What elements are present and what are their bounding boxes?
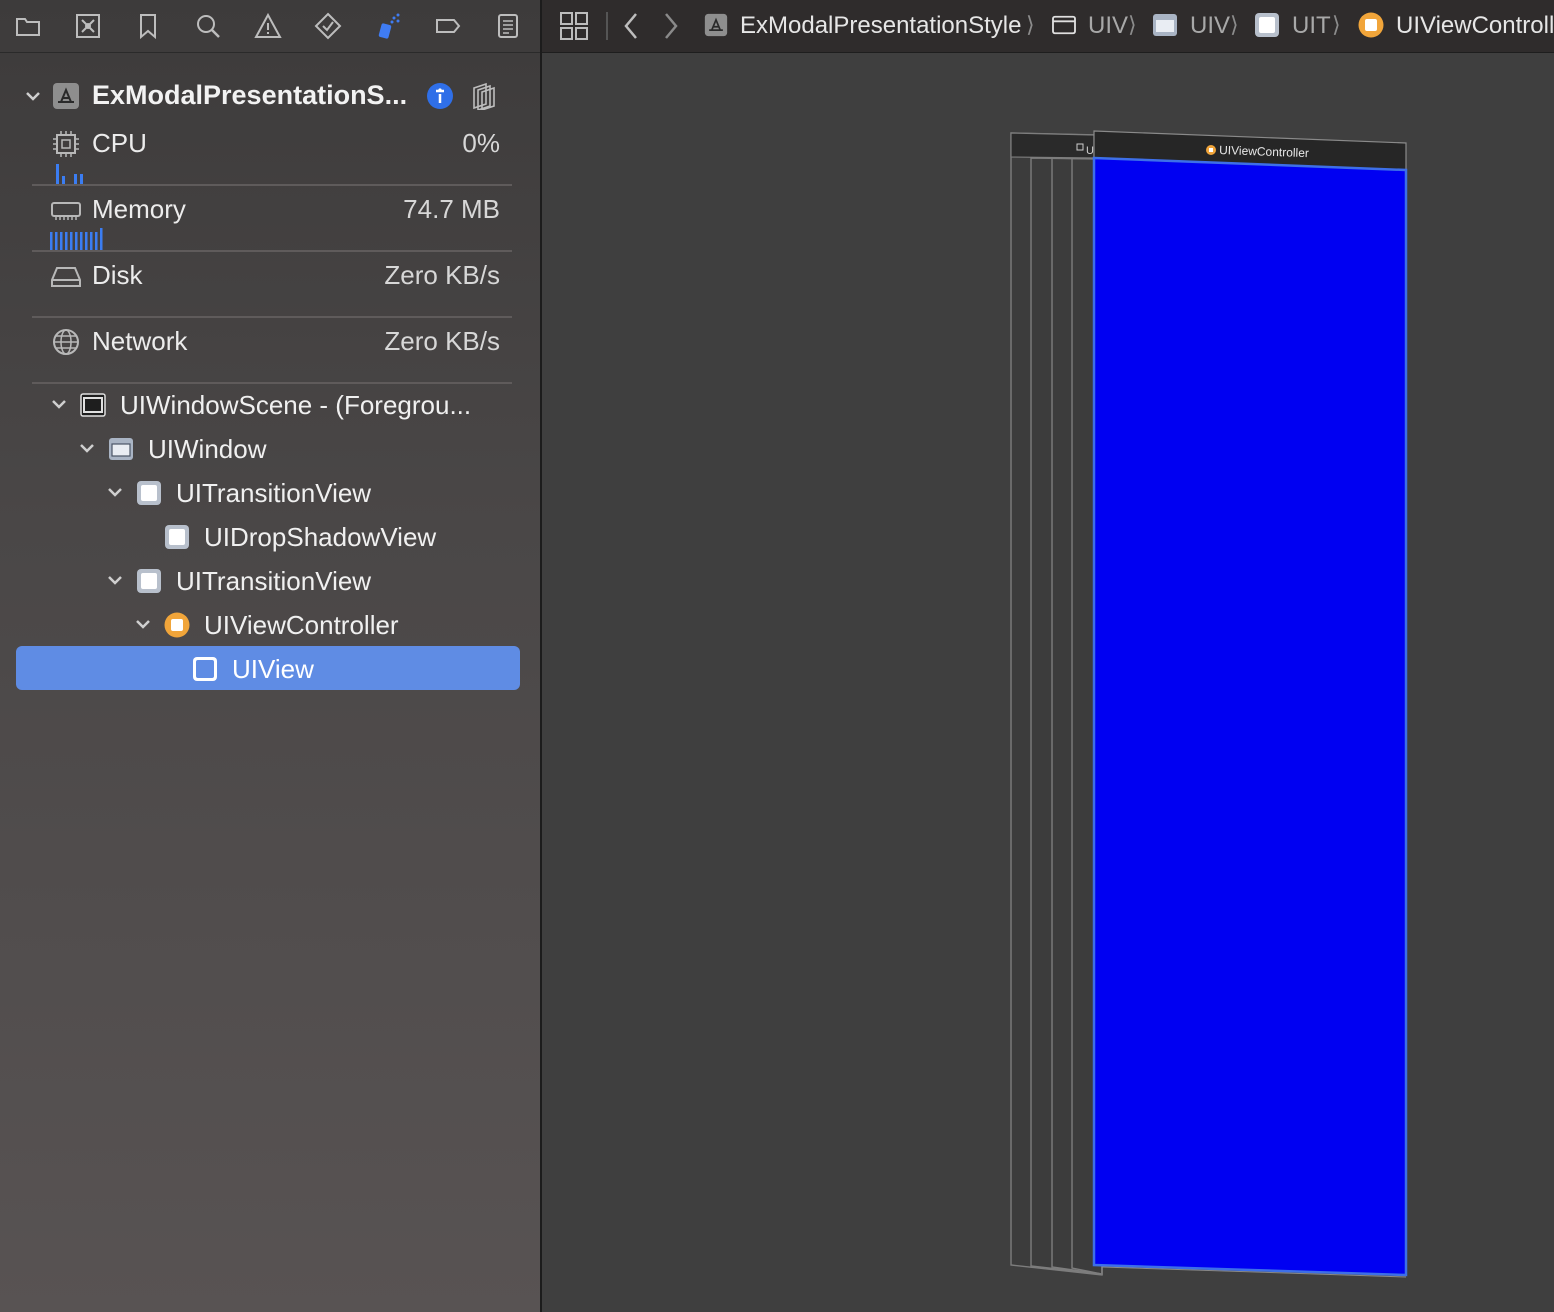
memory-sparkline	[50, 228, 103, 250]
tree-row-transition-view[interactable]: UITransitionView	[0, 560, 540, 600]
back-layer-header	[1010, 132, 1095, 159]
window-icon	[109, 438, 133, 460]
breadcrumb-window[interactable]: UIV	[1190, 12, 1230, 40]
window-icon	[1153, 14, 1177, 36]
breadcrumb-separator: ⟩	[1230, 12, 1239, 37]
view-controller-icon	[164, 612, 190, 638]
chevron-down-icon[interactable]	[22, 85, 44, 107]
breadcrumb-separator: ⟩	[1128, 12, 1137, 37]
tree-label: UIViewController	[204, 610, 399, 640]
breadcrumb-separator: ⟩	[1026, 12, 1035, 37]
selected-uiview-layer[interactable]	[1092, 156, 1408, 1277]
folder-icon	[16, 18, 40, 36]
memory-icon	[51, 202, 81, 220]
find-navigator-button[interactable]	[188, 6, 228, 46]
disk-icon	[51, 267, 81, 287]
test-diamond-icon	[314, 12, 342, 40]
report-navigator-button[interactable]	[488, 6, 528, 46]
breakpoint-navigator-button[interactable]	[428, 6, 468, 46]
tree-row-window[interactable]: UIWindow	[0, 428, 540, 468]
tree-label: UITransitionView	[176, 566, 372, 596]
view-icon	[165, 525, 189, 549]
view-debugger-canvas[interactable]: U UIViewController	[542, 53, 1554, 1312]
process-row[interactable]: ExModalPresentationS...	[20, 76, 520, 116]
debug-navigator: ExModalPresentationS... CPU 0% Memory 74…	[0, 0, 542, 1312]
view-icon	[1255, 13, 1279, 37]
tree-label: UIView	[232, 654, 314, 684]
info-icon[interactable]	[426, 82, 454, 110]
cpu-label: CPU	[92, 128, 147, 158]
chevron-down-icon[interactable]	[76, 437, 98, 459]
view-icon	[137, 569, 161, 593]
view-icon	[193, 657, 217, 681]
window-scene-icon	[80, 393, 106, 417]
tree-row-view-controller[interactable]: UIViewController	[0, 604, 540, 644]
network-label: Network	[92, 326, 188, 356]
breadcrumb-separator: ⟩	[1332, 12, 1341, 37]
disk-value: Zero KB/s	[384, 260, 500, 290]
tree-row-window-scene[interactable]: UIWindowScene - (Foregrou...	[0, 384, 540, 424]
navigator-toolbar	[0, 0, 540, 53]
chevron-down-icon[interactable]	[132, 613, 154, 635]
chevron-down-icon[interactable]	[48, 393, 70, 415]
cpu-value: 0%	[462, 128, 500, 158]
source-control-navigator-button[interactable]	[68, 6, 108, 46]
back-layer-label: U	[1086, 145, 1094, 157]
tree-label: UIDropShadowView	[204, 522, 437, 552]
breadcrumb-window-scene[interactable]: UIV	[1088, 12, 1128, 40]
tree-row-view[interactable]: UIView	[0, 646, 540, 690]
breadcrumb-view-controller[interactable]: UIViewControll	[1396, 12, 1554, 40]
network-icon	[53, 329, 79, 355]
breakpoint-icon	[436, 19, 461, 33]
debug-navigator-button[interactable]	[368, 6, 408, 46]
debug-spray-icon	[378, 13, 400, 39]
cpu-icon	[53, 131, 79, 157]
test-navigator-button[interactable]	[308, 6, 348, 46]
chevron-down-icon[interactable]	[104, 569, 126, 591]
chevron-down-icon[interactable]	[104, 481, 126, 503]
view-controller-icon	[1358, 12, 1384, 38]
app-icon	[53, 83, 79, 109]
jump-bar: ExModalPresentationStyle ⟩ UIV ⟩ UIV ⟩ U…	[542, 0, 1554, 53]
exploded-view-hierarchy[interactable]: U UIViewController	[542, 53, 1554, 1312]
network-value: Zero KB/s	[384, 326, 500, 356]
cpu-sparkline	[56, 164, 83, 184]
forward-chevron-icon[interactable]	[656, 10, 684, 42]
network-gauge[interactable]: Network Zero KB/s	[32, 316, 512, 384]
breadcrumb-transition-view[interactable]: UIT	[1292, 12, 1331, 40]
disk-gauge[interactable]: Disk Zero KB/s	[32, 250, 512, 318]
issue-navigator-button[interactable]	[248, 6, 288, 46]
source-control-icon	[76, 14, 100, 38]
tree-row-drop-shadow-view[interactable]: UIDropShadowView	[0, 516, 540, 556]
bookmark-icon	[140, 14, 156, 40]
tree-label: UIWindowScene - (Foregrou...	[120, 390, 472, 420]
project-navigator-button[interactable]	[8, 6, 48, 46]
back-layers	[1010, 132, 1103, 1276]
tree-label: UITransitionView	[176, 478, 372, 508]
window-scene-icon	[1052, 15, 1076, 35]
bookmark-navigator-button[interactable]	[128, 6, 168, 46]
view-hierarchy-icon[interactable]	[470, 82, 498, 110]
cpu-gauge[interactable]: CPU 0%	[32, 118, 512, 186]
app-icon	[704, 13, 728, 37]
process-title: ExModalPresentationS...	[92, 80, 408, 110]
memory-label: Memory	[92, 194, 186, 224]
divider	[606, 12, 608, 40]
breadcrumb-project[interactable]: ExModalPresentationStyle	[740, 12, 1021, 40]
disk-label: Disk	[92, 260, 143, 290]
tree-label: UIWindow	[148, 434, 267, 464]
memory-gauge[interactable]: Memory 74.7 MB	[32, 184, 512, 252]
search-icon	[197, 15, 220, 38]
tree-row-transition-view[interactable]: UITransitionView	[0, 472, 540, 512]
memory-value: 74.7 MB	[403, 194, 500, 224]
related-items-icon[interactable]	[558, 10, 590, 42]
warning-icon	[254, 12, 282, 38]
report-icon	[498, 14, 518, 38]
view-icon	[137, 481, 161, 505]
back-chevron-icon[interactable]	[618, 10, 646, 42]
